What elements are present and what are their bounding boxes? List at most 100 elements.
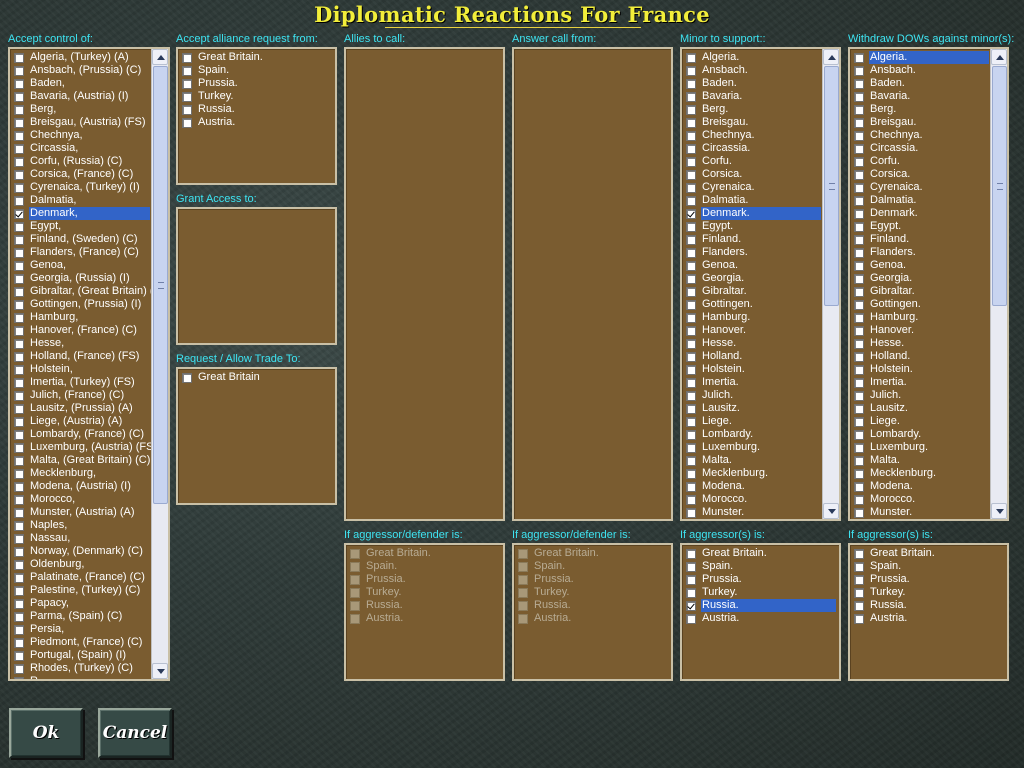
checkbox-icon[interactable] bbox=[686, 562, 696, 572]
minor-support-item[interactable]: Dalmatia. bbox=[682, 194, 822, 207]
checkbox-icon[interactable] bbox=[854, 274, 864, 284]
checkbox-icon[interactable] bbox=[14, 534, 24, 544]
checkbox-icon[interactable] bbox=[686, 157, 696, 167]
checkbox-icon[interactable] bbox=[854, 430, 864, 440]
withdraw-scrollbar[interactable] bbox=[990, 49, 1007, 519]
withdraw-item[interactable]: Munster. bbox=[850, 506, 990, 519]
minor-support-item[interactable]: Holland. bbox=[682, 350, 822, 363]
accept-control-item[interactable]: Algeria, (Turkey) (A) bbox=[10, 51, 151, 64]
checkbox-icon[interactable] bbox=[14, 287, 24, 297]
checkbox-icon[interactable] bbox=[686, 588, 696, 598]
checkbox-icon[interactable] bbox=[854, 144, 864, 154]
accept-control-item[interactable]: Bavaria, (Austria) (I) bbox=[10, 90, 151, 103]
checkbox-icon[interactable] bbox=[854, 417, 864, 427]
checkbox-icon[interactable] bbox=[14, 235, 24, 245]
checkbox-icon[interactable] bbox=[14, 508, 24, 518]
withdraw-item[interactable]: Imertia. bbox=[850, 376, 990, 389]
checkbox-icon[interactable] bbox=[182, 118, 192, 128]
alliance-item[interactable]: Russia. bbox=[178, 103, 335, 116]
checkbox-icon[interactable] bbox=[14, 612, 24, 622]
checkbox-icon[interactable] bbox=[854, 443, 864, 453]
accept-control-item[interactable]: Persia, bbox=[10, 623, 151, 636]
checkbox-icon[interactable] bbox=[854, 222, 864, 232]
alliance-item[interactable]: Spain. bbox=[178, 64, 335, 77]
checkbox-icon[interactable] bbox=[14, 118, 24, 128]
accept-control-item[interactable]: Georgia, (Russia) (I) bbox=[10, 272, 151, 285]
checkbox-icon[interactable] bbox=[14, 248, 24, 258]
checkbox-icon[interactable] bbox=[14, 313, 24, 323]
checkbox-icon[interactable] bbox=[686, 339, 696, 349]
minor-support-scrollbar[interactable] bbox=[822, 49, 839, 519]
checkbox-icon[interactable] bbox=[686, 261, 696, 271]
cancel-button[interactable]: Cancel bbox=[98, 708, 172, 758]
minor-support-item[interactable]: Imertia. bbox=[682, 376, 822, 389]
checkbox-icon[interactable] bbox=[14, 404, 24, 414]
minor-support-item[interactable]: Circassia. bbox=[682, 142, 822, 155]
checkbox-icon[interactable] bbox=[14, 599, 24, 609]
checkbox-icon[interactable] bbox=[686, 118, 696, 128]
checkbox-icon[interactable] bbox=[14, 222, 24, 232]
accept-control-item[interactable]: Genoa, bbox=[10, 259, 151, 272]
withdraw-item[interactable]: Holstein. bbox=[850, 363, 990, 376]
accept-control-item[interactable]: Modena, (Austria) (I) bbox=[10, 480, 151, 493]
accept-control-item[interactable]: Rhodes, (Turkey) (C) bbox=[10, 662, 151, 675]
checkbox-icon[interactable] bbox=[854, 235, 864, 245]
aggr-1-item[interactable]: Prussia. bbox=[682, 573, 837, 586]
checkbox-icon[interactable] bbox=[686, 92, 696, 102]
minor-support-item[interactable]: Liege. bbox=[682, 415, 822, 428]
checkbox-icon[interactable] bbox=[686, 430, 696, 440]
withdraw-item[interactable]: Corsica. bbox=[850, 168, 990, 181]
checkbox-icon[interactable] bbox=[854, 287, 864, 297]
aggr-2-item[interactable]: Prussia. bbox=[850, 573, 1007, 586]
checkbox-icon[interactable] bbox=[686, 131, 696, 141]
checkbox-icon[interactable] bbox=[854, 549, 864, 559]
checkbox-icon[interactable] bbox=[686, 248, 696, 258]
checkbox-icon[interactable] bbox=[854, 313, 864, 323]
accept-control-item[interactable]: Palatinate, (France) (C) bbox=[10, 571, 151, 584]
withdraw-item[interactable]: Georgia. bbox=[850, 272, 990, 285]
checkbox-icon[interactable] bbox=[14, 131, 24, 141]
checkbox-icon[interactable] bbox=[14, 625, 24, 635]
checkbox-icon[interactable] bbox=[854, 53, 864, 63]
aggr-1-item[interactable]: Great Britain. bbox=[682, 547, 837, 560]
checkbox-icon[interactable] bbox=[14, 430, 24, 440]
accept-control-item[interactable]: Morocco, bbox=[10, 493, 151, 506]
accept-control-item[interactable]: Naples, bbox=[10, 519, 151, 532]
checkbox-icon[interactable] bbox=[14, 365, 24, 375]
checkbox-icon[interactable] bbox=[14, 105, 24, 115]
checkbox-icon[interactable] bbox=[14, 417, 24, 427]
accept-control-item[interactable]: Cyrenaica, (Turkey) (I) bbox=[10, 181, 151, 194]
scroll-up-arrow-icon[interactable] bbox=[152, 49, 168, 65]
minor-support-item[interactable]: Gibraltar. bbox=[682, 285, 822, 298]
accept-control-item[interactable]: Egypt, bbox=[10, 220, 151, 233]
withdraw-item[interactable]: Breisgau. bbox=[850, 116, 990, 129]
checkbox-icon[interactable] bbox=[854, 404, 864, 414]
checkbox-icon[interactable] bbox=[854, 601, 864, 611]
accept-control-item[interactable]: Holland, (France) (FS) bbox=[10, 350, 151, 363]
withdraw-item[interactable]: Morocco. bbox=[850, 493, 990, 506]
checkbox-icon[interactable] bbox=[854, 365, 864, 375]
checkbox-icon[interactable] bbox=[14, 300, 24, 310]
accept-control-item[interactable]: Papacy, bbox=[10, 597, 151, 610]
scroll-down-arrow-icon[interactable] bbox=[991, 503, 1007, 519]
minor-support-item[interactable]: Mecklenburg. bbox=[682, 467, 822, 480]
withdraw-item[interactable]: Baden. bbox=[850, 77, 990, 90]
accept-control-item[interactable]: Holstein, bbox=[10, 363, 151, 376]
checkbox-icon[interactable] bbox=[14, 651, 24, 661]
withdraw-item[interactable]: Denmark. bbox=[850, 207, 990, 220]
checkbox-icon[interactable] bbox=[686, 352, 696, 362]
checkbox-icon[interactable] bbox=[14, 157, 24, 167]
withdraw-item[interactable]: Corfu. bbox=[850, 155, 990, 168]
accept-control-item[interactable]: Corfu, (Russia) (C) bbox=[10, 155, 151, 168]
withdraw-item[interactable]: Modena. bbox=[850, 480, 990, 493]
checkbox-icon[interactable] bbox=[686, 274, 696, 284]
withdraw-item[interactable]: Algeria. bbox=[850, 51, 990, 64]
checkbox-icon[interactable] bbox=[854, 575, 864, 585]
checkbox-icon[interactable] bbox=[182, 105, 192, 115]
minor-support-item[interactable]: Denmark. bbox=[682, 207, 822, 220]
minor-support-item[interactable]: Cyrenaica. bbox=[682, 181, 822, 194]
checkbox-icon[interactable] bbox=[14, 391, 24, 401]
accept-control-item[interactable]: Liege, (Austria) (A) bbox=[10, 415, 151, 428]
accept-control-item[interactable]: Flanders, (France) (C) bbox=[10, 246, 151, 259]
withdraw-item[interactable]: Julich. bbox=[850, 389, 990, 402]
